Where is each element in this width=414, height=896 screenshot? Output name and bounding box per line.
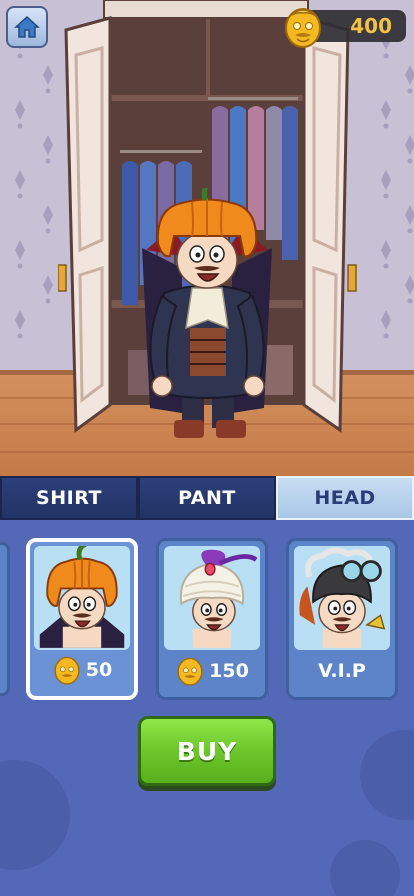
background-blob (0, 760, 70, 870)
pumpkin-head-portrait (39, 546, 125, 648)
item-card-goggles-helmet-head[interactable]: V.I.P (286, 538, 398, 700)
item-portrait (164, 546, 260, 650)
price-value: 50 (85, 659, 113, 681)
wardrobe-scene: 400 (0, 0, 414, 478)
item-portrait (34, 546, 130, 650)
tab-pant[interactable]: PANT (138, 476, 276, 520)
tab-head[interactable]: HEAD (276, 476, 414, 520)
price-value: 150 (209, 660, 249, 682)
item-price: 50 (30, 652, 134, 688)
home-button[interactable] (6, 6, 48, 48)
offscreen-item-card[interactable] (0, 542, 10, 696)
item-price: 150 (159, 653, 265, 689)
coin-amount: 400 (350, 14, 392, 38)
turban-head-portrait (179, 549, 258, 648)
gold-face-coin-icon (285, 8, 321, 48)
gold-face-coin-icon (177, 657, 203, 686)
buy-button[interactable]: BUY (138, 716, 276, 786)
item-card-pumpkin-head[interactable]: 50 (26, 538, 138, 700)
goggles-helmet-portrait (299, 547, 386, 648)
tab-shirt[interactable]: SHIRT (0, 476, 138, 520)
buy-button-label: BUY (176, 736, 238, 766)
vip-label: V.I.P (318, 660, 366, 682)
home-icon (14, 15, 40, 38)
character-pumpkin-vampire (142, 188, 272, 438)
gold-face-coin-icon (54, 656, 80, 685)
shop-panel: 50 150 V.I.P BUY (0, 520, 414, 896)
background-blob (330, 840, 400, 896)
item-portrait (294, 546, 390, 650)
category-tabs: SHIRT PANT HEAD (0, 476, 414, 520)
background-blob (360, 730, 414, 820)
item-price-vip: V.I.P (289, 653, 395, 689)
item-card-turban-head[interactable]: 150 (156, 538, 268, 700)
